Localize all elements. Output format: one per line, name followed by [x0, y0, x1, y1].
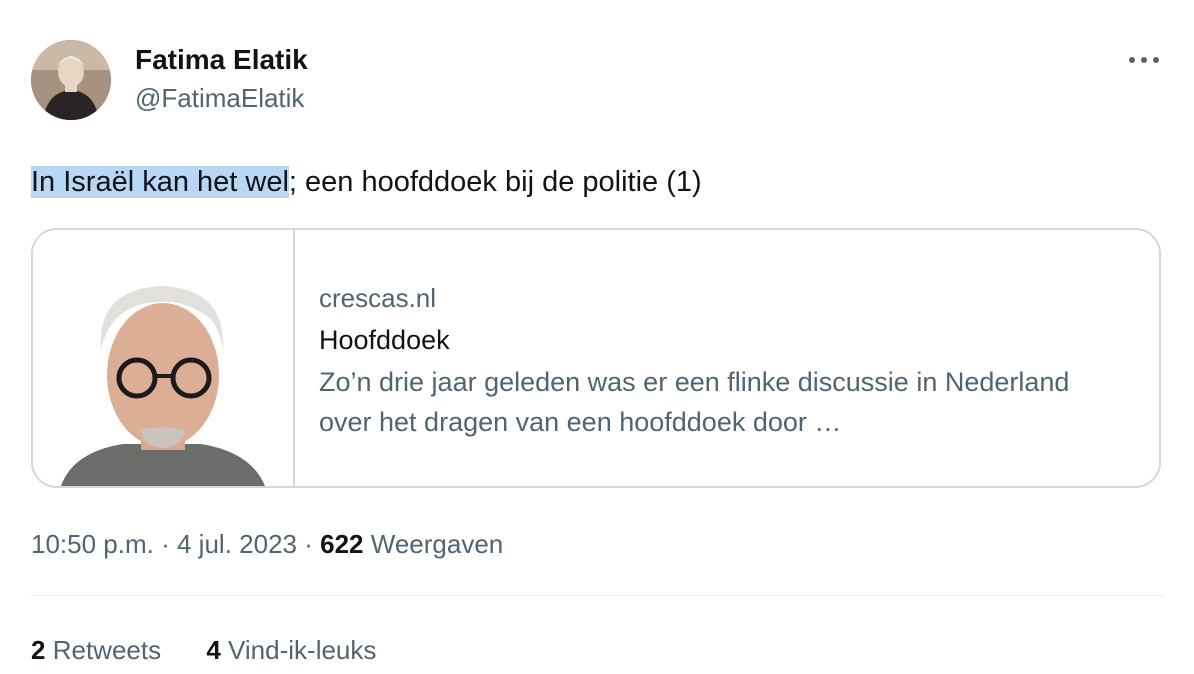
- link-card-body: crescas.nl Hoofddoek Zo’n drie jaar gele…: [319, 278, 1139, 442]
- link-preview-card[interactable]: crescas.nl Hoofddoek Zo’n drie jaar gele…: [31, 228, 1161, 488]
- more-options-button[interactable]: [1124, 44, 1164, 76]
- retweets-label: Retweets: [52, 635, 162, 665]
- tweet-meta: 10:50 p.m. · 4 jul. 2023 · 622 Weergaven: [31, 524, 503, 564]
- author-display-name[interactable]: Fatima Elatik: [135, 40, 308, 80]
- meta-separator: ·: [304, 529, 313, 559]
- tweet-text: In Israël kan het wel; een hoofddoek bij…: [31, 160, 1161, 204]
- likes-count: 4: [206, 635, 221, 665]
- more-options-icon: [1129, 57, 1159, 63]
- meta-separator: ·: [161, 529, 170, 559]
- views-count: 622: [320, 529, 364, 559]
- link-card-description: Zo’n drie jaar geleden was er een flinke…: [319, 367, 1070, 437]
- retweets-count: 2: [31, 635, 46, 665]
- author-handle[interactable]: @FatimaElatik: [135, 80, 308, 116]
- tweet-time[interactable]: 10:50 p.m.: [31, 529, 154, 559]
- avatar-image: [31, 40, 111, 120]
- likes-label: Vind-ik-leuks: [228, 635, 377, 665]
- link-card-domain: crescas.nl: [319, 283, 437, 313]
- tweet-date[interactable]: 4 jul. 2023: [177, 529, 297, 559]
- tweet-text-rest: ; een hoofddoek bij de politie (1): [288, 166, 702, 198]
- likes-stat[interactable]: 4 Vind-ik-leuks: [206, 630, 376, 670]
- author-avatar[interactable]: [31, 40, 111, 120]
- link-card-thumbnail: [33, 230, 295, 486]
- author-info: Fatima Elatik @FatimaElatik: [135, 40, 308, 116]
- engagement-stats: 2 Retweets 4 Vind-ik-leuks: [31, 630, 414, 670]
- thumbnail-image: [33, 230, 291, 486]
- link-card-title: Hoofddoek: [319, 325, 450, 355]
- views-label: Weergaven: [370, 529, 504, 559]
- tweet-text-highlighted: In Israël kan het wel: [31, 166, 289, 198]
- retweets-stat[interactable]: 2 Retweets: [31, 630, 161, 670]
- divider: [31, 595, 1163, 596]
